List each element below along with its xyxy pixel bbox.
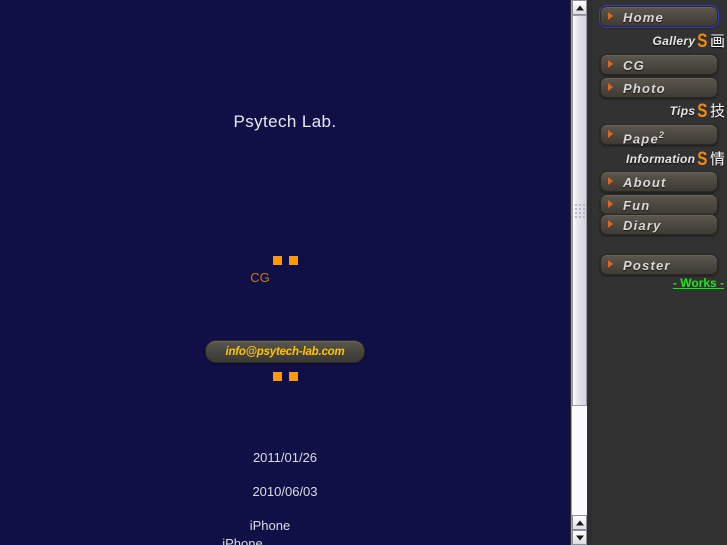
swoosh-icon: S: [697, 148, 708, 170]
kanji-glyph: 技: [709, 101, 725, 120]
triangle-bullet-icon: [608, 12, 613, 20]
sidebar-navigation: Home Gallery S 画 CG Photo Tips S 技 Pape2…: [592, 0, 727, 545]
works-link[interactable]: - Works -: [673, 276, 724, 290]
page-root: Psytech Lab. CG info@psytech-lab.com 201…: [0, 0, 727, 545]
chevron-up-icon: [575, 520, 584, 525]
sidebar-item-poster[interactable]: Poster: [600, 254, 718, 275]
main-content-frame: Psytech Lab. CG info@psytech-lab.com 201…: [0, 0, 570, 545]
sidebar-item-label: Poster: [623, 258, 671, 273]
chevron-up-icon: [575, 5, 584, 10]
sidebar-item-fun[interactable]: Fun: [600, 194, 718, 215]
orange-square: [272, 372, 282, 381]
sidebar-item-label: Pape2: [623, 130, 666, 147]
triangle-bullet-icon: [608, 177, 613, 185]
sidebar-heading-label: Tips: [669, 104, 696, 118]
sidebar-item-label: Diary: [623, 218, 662, 233]
orange-square: [272, 256, 282, 265]
triangle-bullet-icon: [608, 220, 613, 228]
sidebar-item-label: Photo: [623, 81, 666, 96]
vertical-scrollbar-upper[interactable]: [571, 0, 587, 406]
sidebar-item-diary[interactable]: Diary: [600, 214, 718, 235]
sidebar-item-about[interactable]: About: [600, 171, 718, 192]
sidebar-item-label: About: [623, 175, 667, 190]
orange-square: [288, 372, 298, 381]
scroll-up-button[interactable]: [572, 0, 587, 15]
sidebar-item-cg[interactable]: CG: [600, 54, 718, 75]
sidebar-heading-label: Gallery: [652, 34, 696, 48]
sidebar-item-home[interactable]: Home: [599, 5, 719, 28]
swoosh-icon: S: [697, 100, 708, 122]
triangle-bullet-icon: [608, 260, 613, 268]
scroll-up-button-lower[interactable]: [572, 515, 587, 530]
orange-square-separator-top: [0, 256, 570, 265]
update-date-2: 2010/06/03: [252, 484, 318, 499]
triangle-bullet-icon: [608, 60, 613, 68]
sidebar-heading-gallery: Gallery S 画: [653, 31, 726, 51]
sidebar-heading-information: Information S 情: [626, 149, 725, 169]
sidebar-item-photo[interactable]: Photo: [600, 77, 718, 98]
swoosh-icon: S: [697, 30, 708, 52]
kanji-glyph: 画: [709, 31, 725, 50]
scroll-down-button-lower[interactable]: [572, 530, 587, 545]
scroll-track-lower[interactable]: [572, 406, 587, 515]
orange-square-separator-bottom: [0, 372, 570, 381]
sidebar-item-label: Fun: [623, 198, 651, 213]
triangle-bullet-icon: [608, 130, 613, 138]
cg-section-label: CG: [250, 270, 270, 285]
page-title: Psytech Lab.: [233, 112, 337, 131]
triangle-bullet-icon: [608, 200, 613, 208]
device-label-2: iPhone: [222, 536, 263, 545]
triangle-bullet-icon: [608, 83, 613, 91]
orange-square: [288, 256, 298, 265]
sidebar-heading-label: Information: [626, 152, 696, 166]
page-body: Psytech Lab. CG info@psytech-lab.com 201…: [0, 0, 570, 545]
chevron-down-icon: [575, 535, 584, 540]
scroll-thumb-upper[interactable]: [572, 15, 587, 406]
sidebar-heading-tips: Tips S 技: [670, 101, 725, 121]
update-date-1: 2011/01/26: [252, 450, 318, 465]
email-button[interactable]: info@psytech-lab.com: [205, 340, 365, 363]
scrollbar-column: [570, 0, 592, 545]
sidebar-item-label: CG: [623, 58, 645, 73]
sidebar-item-paper[interactable]: Pape2: [600, 124, 718, 146]
device-label-1: iPhone: [249, 518, 291, 533]
scroll-grip-icon: [574, 203, 585, 218]
kanji-glyph: 情: [709, 149, 725, 168]
sidebar-item-label: Home: [623, 10, 664, 25]
vertical-scrollbar-lower[interactable]: [571, 406, 587, 545]
